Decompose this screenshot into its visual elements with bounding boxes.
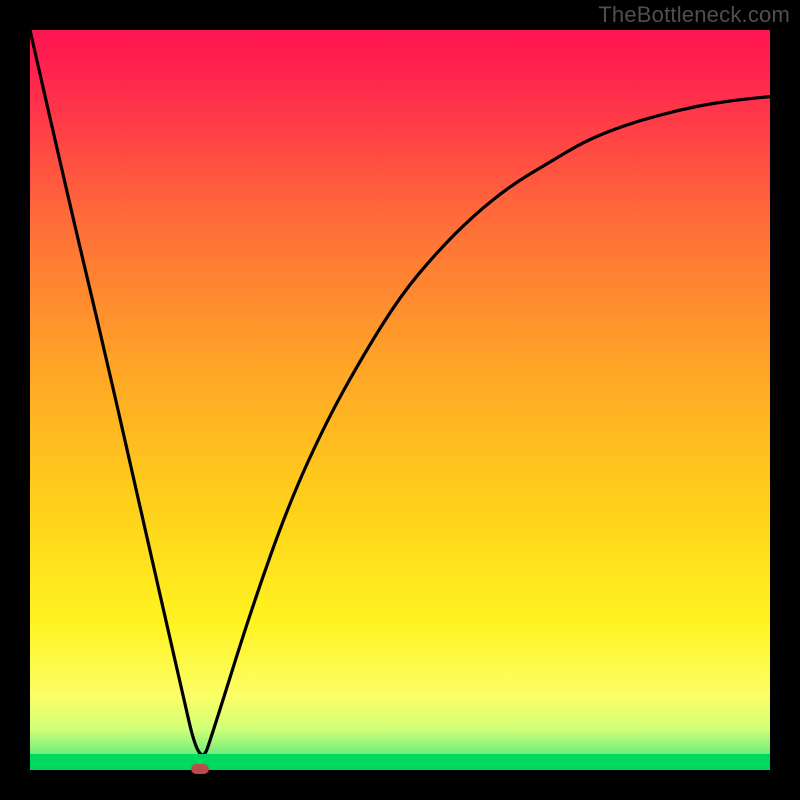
baseline-bar — [30, 754, 770, 770]
chart-frame: TheBottleneck.com — [0, 0, 800, 800]
gradient-background — [30, 30, 770, 770]
plot-area — [30, 30, 770, 770]
plot-svg — [30, 30, 770, 770]
watermark-text: TheBottleneck.com — [598, 2, 790, 28]
minimum-marker — [191, 764, 209, 774]
